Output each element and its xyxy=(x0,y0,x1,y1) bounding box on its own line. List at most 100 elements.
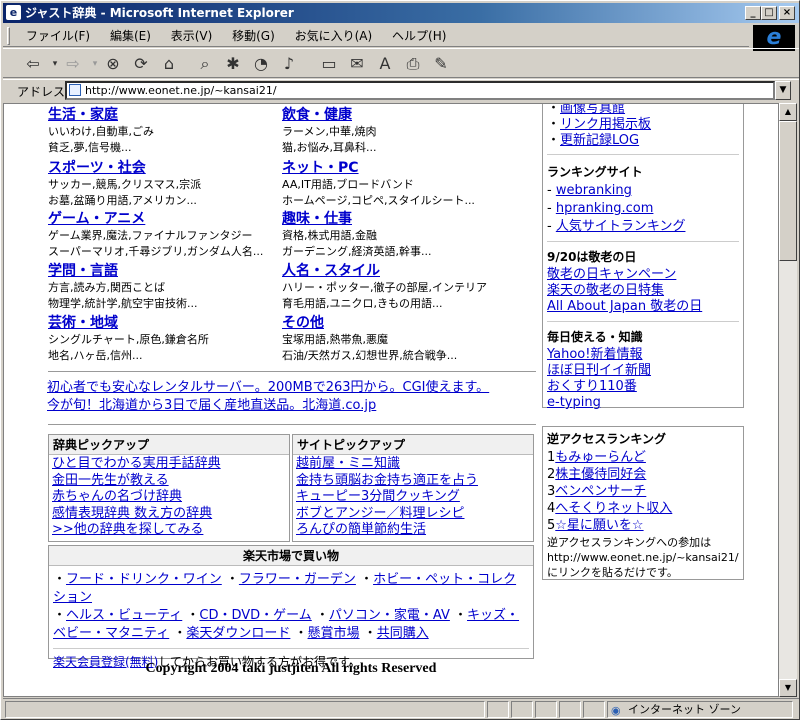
daily-link[interactable]: Yahoo!新着情報 xyxy=(547,347,739,363)
scroll-thumb[interactable] xyxy=(779,121,797,261)
scroll-up-icon[interactable]: ▲ xyxy=(779,103,797,121)
status-panel xyxy=(535,701,557,718)
search-icon[interactable]: ⌕ xyxy=(193,53,217,75)
category-title[interactable]: ネット・PC xyxy=(282,157,359,177)
status-text xyxy=(5,701,485,718)
daily-link[interactable]: ほぼ日刊イイ新聞 xyxy=(547,363,739,379)
ad-link-server[interactable]: 初心者でも安心なレンタルサーバー。200MBで263円から。CGI使えます。 xyxy=(47,379,489,397)
category-title[interactable]: ゲーム・アニメ xyxy=(48,208,145,228)
access-link[interactable]: ☆星に願いを☆ xyxy=(555,518,643,533)
category-keywords: 育毛用語,ユニクロ,きもの用語... xyxy=(282,297,443,310)
access-link[interactable]: ベンペンサーチ xyxy=(555,484,646,499)
dict-pickup-link[interactable]: 金田一先生が教える xyxy=(52,473,286,490)
access-title: 逆アクセスランキング xyxy=(547,432,667,446)
toolbar-grip xyxy=(7,27,10,45)
dict-pickup-link[interactable]: 赤ちゃんの名づけ辞典 xyxy=(52,489,286,506)
rakuten-link[interactable]: ヘルス・ビューティ xyxy=(66,608,182,623)
side-panel: ・画像写真館 ・リンク用掲示板 ・更新記録LOG ランキングサイト - webr… xyxy=(542,104,744,411)
site-pickup-link[interactable]: 金持ち頭脳お金持ち適正を占う xyxy=(296,473,530,490)
menu-go[interactable]: 移動(G) xyxy=(224,25,283,47)
address-input[interactable]: http://www.eonet.ne.jp/~kansai21/ xyxy=(65,81,775,100)
status-panel xyxy=(583,701,605,718)
status-panel xyxy=(487,701,509,718)
vertical-scrollbar[interactable]: ▲ ▼ xyxy=(779,103,797,697)
category-keywords: シングルチャート,原色,鎌倉名所 xyxy=(48,333,209,346)
access-link[interactable]: 株主優待同好会 xyxy=(555,467,646,482)
menu-view[interactable]: 表示(V) xyxy=(163,25,221,47)
keiro-link[interactable]: 敬老の日キャンペーン xyxy=(547,267,739,283)
history-icon[interactable]: ◔ xyxy=(249,53,273,75)
edit-icon[interactable]: ✎ xyxy=(429,53,453,75)
scroll-down-icon[interactable]: ▼ xyxy=(779,679,797,697)
ad-link-hokkaido[interactable]: 今が旬！北海道から3日で届く産地直送品。北海道.co.jp xyxy=(47,397,489,415)
side-top-link[interactable]: 画像写真館 xyxy=(560,104,625,116)
address-dropdown-icon[interactable]: ▼ xyxy=(775,81,791,100)
site-pickup-link[interactable]: ろんぴの簡単節約生活 xyxy=(296,522,530,539)
daily-link[interactable]: e-typing xyxy=(547,395,739,411)
dict-pickup-link[interactable]: ひと目でわかる実用手話辞典 xyxy=(52,456,286,473)
site-pickup-link[interactable]: 越前屋・ミニ知識 xyxy=(296,456,530,473)
minimize-button[interactable]: _ xyxy=(745,6,761,20)
side-top-link[interactable]: 更新記録LOG xyxy=(560,133,639,148)
rakuten-link[interactable]: パソコン・家電・AV xyxy=(329,608,450,623)
category-title[interactable]: 人名・スタイル xyxy=(282,260,380,280)
category-title[interactable]: スポーツ・社会 xyxy=(48,157,146,177)
menu-edit[interactable]: 編集(E) xyxy=(102,25,159,47)
menu-help[interactable]: ヘルプ(H) xyxy=(384,25,454,47)
rakuten-links: ・フード・ドリンク・ワイン ・フラワー・ガーデン ・ホビー・ペット・コレクション… xyxy=(53,572,520,641)
category-title[interactable]: 趣味・仕事 xyxy=(282,208,352,228)
category-title[interactable]: 飲食・健康 xyxy=(282,104,352,124)
rakuten-link[interactable]: 懸賞市場 xyxy=(308,626,360,641)
category-keywords: サッカー,競馬,クリスマス,宗派 xyxy=(48,178,202,191)
address-label: アドレス xyxy=(17,85,66,99)
category-keywords: ハリー・ポッター,徹子の部屋,インテリア xyxy=(282,281,487,294)
forward-icon[interactable]: ⇨ xyxy=(61,53,85,75)
category-title[interactable]: 芸術・地域 xyxy=(48,312,118,332)
rakuten-link[interactable]: 楽天ダウンロード xyxy=(186,626,290,641)
category-keywords: ガーデニング,経済英語,幹事... xyxy=(282,245,432,258)
close-button[interactable]: × xyxy=(779,6,795,20)
menu-favorites[interactable]: お気に入り(A) xyxy=(287,25,381,47)
rakuten-box: 楽天市場で買い物 ・フード・ドリンク・ワイン ・フラワー・ガーデン ・ホビー・ペ… xyxy=(48,545,534,669)
mail-icon[interactable]: ✉ xyxy=(345,53,369,75)
category-title[interactable]: その他 xyxy=(282,312,324,332)
access-link[interactable]: もみゅーらんど xyxy=(555,450,646,465)
font-size-icon[interactable]: A xyxy=(373,53,397,75)
ranking-link[interactable]: webranking xyxy=(556,183,632,198)
keiro-link[interactable]: 楽天の敬老の日特集 xyxy=(547,283,739,299)
rakuten-link[interactable]: フラワー・ガーデン xyxy=(239,572,356,587)
menu-file[interactable]: ファイル(F) xyxy=(18,25,98,47)
keiro-link[interactable]: All About Japan 敬老の日 xyxy=(547,299,739,315)
media-icon[interactable]: ♪ xyxy=(277,53,301,75)
category-title[interactable]: 生活・家庭 xyxy=(48,104,118,124)
rakuten-link[interactable]: CD・DVD・ゲーム xyxy=(199,608,311,623)
browser-window: e ジャスト辞典 - Microsoft Internet Explorer _… xyxy=(0,0,800,720)
rakuten-link[interactable]: フード・ドリンク・ワイン xyxy=(66,572,222,587)
home-icon[interactable]: ⌂ xyxy=(157,53,181,75)
dict-pickup-link[interactable]: >>他の辞典を探してみる xyxy=(52,522,286,539)
maximize-button[interactable]: □ xyxy=(761,6,777,20)
fullscreen-icon[interactable]: ▭ xyxy=(317,53,341,75)
print-icon[interactable]: ⎙ xyxy=(401,53,425,75)
site-pickup-link[interactable]: ボブとアンジー／料理レシピ xyxy=(296,506,530,523)
stop-icon[interactable]: ⊗ xyxy=(101,53,125,75)
access-link[interactable]: へそくりネット収入 xyxy=(555,501,672,516)
back-icon[interactable]: ⇦ xyxy=(21,53,45,75)
ranking-link[interactable]: 人気サイトランキング xyxy=(556,219,686,234)
address-url: http://www.eonet.ne.jp/~kansai21/ xyxy=(85,84,277,97)
ranking-link[interactable]: hpranking.com xyxy=(556,201,654,216)
dict-pickup-link[interactable]: 感情表現辞典 数え方の辞典 xyxy=(52,506,286,523)
category-keywords: 物理学,統計学,航空宇宙技術... xyxy=(48,297,198,310)
rakuten-link[interactable]: 共同購入 xyxy=(377,626,429,641)
title-bar[interactable]: e ジャスト辞典 - Microsoft Internet Explorer _… xyxy=(3,3,799,23)
category-keywords: 貧乏,夢,信号機... xyxy=(48,141,132,154)
site-pickup-link[interactable]: キューピー3分間クッキング xyxy=(296,489,530,506)
category-keywords: お墓,盆踊り用語,アメリカン... xyxy=(48,194,197,207)
refresh-icon[interactable]: ⟳ xyxy=(129,53,153,75)
rakuten-title: 楽天市場で買い物 xyxy=(49,546,533,566)
category-title[interactable]: 学問・言語 xyxy=(48,260,118,280)
category-keywords: 石油/天然ガス,幻想世界,統合戦争... xyxy=(282,349,458,362)
side-top-link[interactable]: リンク用掲示板 xyxy=(560,117,651,132)
daily-link[interactable]: おくすり110番 xyxy=(547,379,739,395)
favorites-icon[interactable]: ✱ xyxy=(221,53,245,75)
